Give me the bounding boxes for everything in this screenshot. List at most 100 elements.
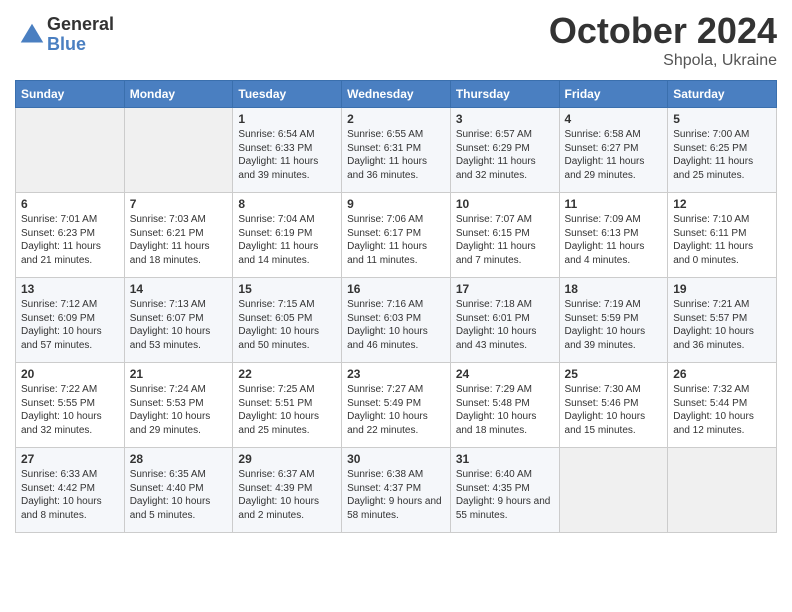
day-number: 9 bbox=[347, 197, 445, 211]
day-number: 13 bbox=[21, 282, 119, 296]
calendar-cell bbox=[559, 448, 668, 533]
day-number: 24 bbox=[456, 367, 554, 381]
calendar-week-1: 1Sunrise: 6:54 AM Sunset: 6:33 PM Daylig… bbox=[16, 108, 777, 193]
day-info: Sunrise: 6:54 AM Sunset: 6:33 PM Dayligh… bbox=[238, 128, 336, 182]
day-info: Sunrise: 7:15 AM Sunset: 6:05 PM Dayligh… bbox=[238, 298, 336, 352]
calendar-header-row: SundayMondayTuesdayWednesdayThursdayFrid… bbox=[16, 81, 777, 108]
logo-text: General Blue bbox=[47, 15, 114, 55]
logo-general: General bbox=[47, 15, 114, 35]
day-number: 23 bbox=[347, 367, 445, 381]
day-info: Sunrise: 7:06 AM Sunset: 6:17 PM Dayligh… bbox=[347, 213, 445, 267]
day-info: Sunrise: 6:35 AM Sunset: 4:40 PM Dayligh… bbox=[130, 468, 228, 522]
calendar-cell: 30 Sunrise: 6:38 AM Sunset: 4:37 PM Dayli… bbox=[342, 448, 451, 533]
day-info: Sunrise: 7:00 AM Sunset: 6:25 PM Dayligh… bbox=[673, 128, 771, 182]
day-header-saturday: Saturday bbox=[668, 81, 777, 108]
calendar-cell: 14 Sunrise: 7:13 AM Sunset: 6:07 PM Dayli… bbox=[124, 278, 233, 363]
calendar-cell bbox=[124, 108, 233, 193]
day-number: 14 bbox=[130, 282, 228, 296]
day-info: Sunrise: 7:25 AM Sunset: 5:51 PM Dayligh… bbox=[238, 383, 336, 437]
day-number: 10 bbox=[456, 197, 554, 211]
calendar-cell: 8 Sunrise: 7:04 AM Sunset: 6:19 PM Daylig… bbox=[233, 193, 342, 278]
calendar-cell: 17Sunrise: 7:18 AM Sunset: 6:01 PM Dayli… bbox=[450, 278, 559, 363]
day-info: Sunrise: 7:29 AM Sunset: 5:48 PM Dayligh… bbox=[456, 383, 554, 437]
calendar-cell: 27Sunrise: 6:33 AM Sunset: 4:42 PM Dayli… bbox=[16, 448, 125, 533]
calendar-cell: 3Sunrise: 6:57 AM Sunset: 6:29 PM Daylig… bbox=[450, 108, 559, 193]
day-info: Sunrise: 7:07 AM Sunset: 6:15 PM Dayligh… bbox=[456, 213, 554, 267]
day-info: Sunrise: 7:04 AM Sunset: 6:19 PM Dayligh… bbox=[238, 213, 336, 267]
day-info: Sunrise: 7:19 AM Sunset: 5:59 PM Dayligh… bbox=[565, 298, 663, 352]
calendar-cell: 2Sunrise: 6:55 AM Sunset: 6:31 PM Daylig… bbox=[342, 108, 451, 193]
day-header-monday: Monday bbox=[124, 81, 233, 108]
day-info: Sunrise: 7:16 AM Sunset: 6:03 PM Dayligh… bbox=[347, 298, 445, 352]
calendar-week-3: 13Sunrise: 7:12 AM Sunset: 6:09 PM Dayli… bbox=[16, 278, 777, 363]
day-info: Sunrise: 7:13 AM Sunset: 6:07 PM Dayligh… bbox=[130, 298, 228, 352]
day-number: 31 bbox=[456, 452, 554, 466]
calendar-cell: 21Sunrise: 7:24 AM Sunset: 5:53 PM Dayli… bbox=[124, 363, 233, 448]
calendar-cell: 6Sunrise: 7:01 AM Sunset: 6:23 PM Daylig… bbox=[16, 193, 125, 278]
day-header-wednesday: Wednesday bbox=[342, 81, 451, 108]
calendar-cell: 18 Sunrise: 7:19 AM Sunset: 5:59 PM Dayli… bbox=[559, 278, 668, 363]
day-header-tuesday: Tuesday bbox=[233, 81, 342, 108]
calendar-cell: 25 Sunrise: 7:30 AM Sunset: 5:46 PM Dayli… bbox=[559, 363, 668, 448]
day-header-sunday: Sunday bbox=[16, 81, 125, 108]
day-number: 18 bbox=[565, 282, 663, 296]
day-number: 15 bbox=[238, 282, 336, 296]
calendar-week-4: 20 Sunrise: 7:22 AM Sunset: 5:55 PM Dayli… bbox=[16, 363, 777, 448]
day-number: 20 bbox=[21, 367, 119, 381]
calendar-cell: 16 Sunrise: 7:16 AM Sunset: 6:03 PM Dayli… bbox=[342, 278, 451, 363]
calendar-cell: 26 Sunrise: 7:32 AM Sunset: 5:44 PM Dayli… bbox=[668, 363, 777, 448]
calendar-cell: 13Sunrise: 7:12 AM Sunset: 6:09 PM Dayli… bbox=[16, 278, 125, 363]
day-info: Sunrise: 6:57 AM Sunset: 6:29 PM Dayligh… bbox=[456, 128, 554, 182]
calendar-cell bbox=[16, 108, 125, 193]
day-info: Sunrise: 6:38 AM Sunset: 4:37 PM Dayligh… bbox=[347, 468, 445, 522]
calendar-cell: 29Sunrise: 6:37 AM Sunset: 4:39 PM Dayli… bbox=[233, 448, 342, 533]
day-number: 30 bbox=[347, 452, 445, 466]
day-number: 17 bbox=[456, 282, 554, 296]
day-number: 16 bbox=[347, 282, 445, 296]
logo: General Blue bbox=[15, 15, 114, 55]
day-number: 8 bbox=[238, 197, 336, 211]
calendar-cell: 15 Sunrise: 7:15 AM Sunset: 6:05 PM Dayli… bbox=[233, 278, 342, 363]
calendar-cell: 20 Sunrise: 7:22 AM Sunset: 5:55 PM Dayli… bbox=[16, 363, 125, 448]
title-section: October 2024 Shpola, Ukraine bbox=[549, 10, 777, 70]
day-number: 5 bbox=[673, 112, 771, 126]
day-info: Sunrise: 7:03 AM Sunset: 6:21 PM Dayligh… bbox=[130, 213, 228, 267]
day-info: Sunrise: 7:32 AM Sunset: 5:44 PM Dayligh… bbox=[673, 383, 771, 437]
calendar-body: 1Sunrise: 6:54 AM Sunset: 6:33 PM Daylig… bbox=[16, 108, 777, 533]
month-title: October 2024 bbox=[549, 10, 777, 52]
day-number: 29 bbox=[238, 452, 336, 466]
day-number: 19 bbox=[673, 282, 771, 296]
calendar-week-5: 27Sunrise: 6:33 AM Sunset: 4:42 PM Dayli… bbox=[16, 448, 777, 533]
day-number: 25 bbox=[565, 367, 663, 381]
calendar-cell bbox=[668, 448, 777, 533]
calendar-cell: 1Sunrise: 6:54 AM Sunset: 6:33 PM Daylig… bbox=[233, 108, 342, 193]
day-info: Sunrise: 7:10 AM Sunset: 6:11 PM Dayligh… bbox=[673, 213, 771, 267]
day-header-thursday: Thursday bbox=[450, 81, 559, 108]
day-header-friday: Friday bbox=[559, 81, 668, 108]
day-number: 12 bbox=[673, 197, 771, 211]
location-subtitle: Shpola, Ukraine bbox=[549, 52, 777, 70]
day-number: 26 bbox=[673, 367, 771, 381]
logo-blue: Blue bbox=[47, 35, 114, 55]
calendar-cell: 5 Sunrise: 7:00 AM Sunset: 6:25 PM Daylig… bbox=[668, 108, 777, 193]
calendar-cell: 10 Sunrise: 7:07 AM Sunset: 6:15 PM Dayli… bbox=[450, 193, 559, 278]
day-info: Sunrise: 6:58 AM Sunset: 6:27 PM Dayligh… bbox=[565, 128, 663, 182]
day-info: Sunrise: 7:22 AM Sunset: 5:55 PM Dayligh… bbox=[21, 383, 119, 437]
day-info: Sunrise: 7:21 AM Sunset: 5:57 PM Dayligh… bbox=[673, 298, 771, 352]
day-number: 11 bbox=[565, 197, 663, 211]
calendar-week-2: 6Sunrise: 7:01 AM Sunset: 6:23 PM Daylig… bbox=[16, 193, 777, 278]
calendar-cell: 24 Sunrise: 7:29 AM Sunset: 5:48 PM Dayli… bbox=[450, 363, 559, 448]
day-number: 7 bbox=[130, 197, 228, 211]
day-info: Sunrise: 7:30 AM Sunset: 5:46 PM Dayligh… bbox=[565, 383, 663, 437]
calendar-table: SundayMondayTuesdayWednesdayThursdayFrid… bbox=[15, 80, 777, 533]
calendar-cell: 19 Sunrise: 7:21 AM Sunset: 5:57 PM Dayli… bbox=[668, 278, 777, 363]
logo-icon bbox=[17, 20, 47, 50]
calendar-cell: 11Sunrise: 7:09 AM Sunset: 6:13 PM Dayli… bbox=[559, 193, 668, 278]
calendar-cell: 7 Sunrise: 7:03 AM Sunset: 6:21 PM Daylig… bbox=[124, 193, 233, 278]
calendar-cell: 23Sunrise: 7:27 AM Sunset: 5:49 PM Dayli… bbox=[342, 363, 451, 448]
day-info: Sunrise: 6:55 AM Sunset: 6:31 PM Dayligh… bbox=[347, 128, 445, 182]
day-info: Sunrise: 6:40 AM Sunset: 4:35 PM Dayligh… bbox=[456, 468, 554, 522]
day-number: 4 bbox=[565, 112, 663, 126]
day-number: 6 bbox=[21, 197, 119, 211]
calendar-cell: 9 Sunrise: 7:06 AM Sunset: 6:17 PM Daylig… bbox=[342, 193, 451, 278]
